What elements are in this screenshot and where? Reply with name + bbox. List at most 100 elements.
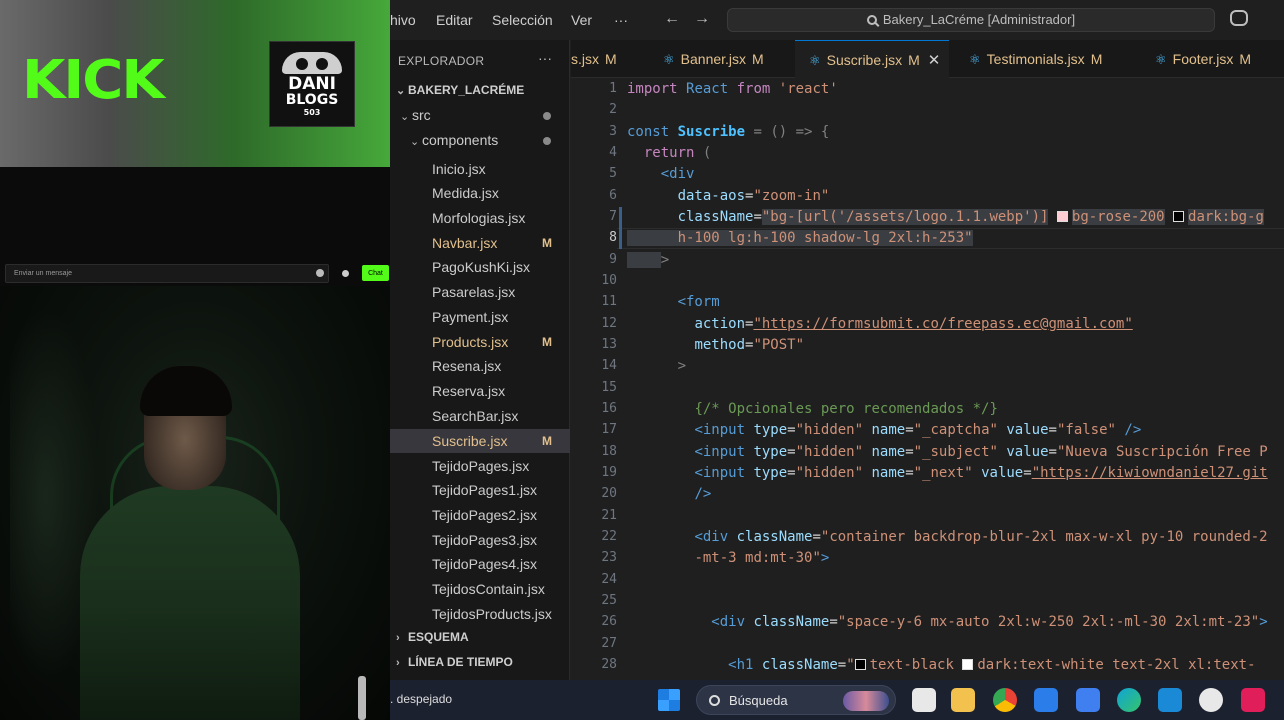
file-item-selected[interactable]: Suscribe.jsx M bbox=[390, 429, 570, 453]
more-actions-icon[interactable]: ··· bbox=[538, 50, 552, 66]
code-line: <input type="hidden" name="_captcha" val… bbox=[694, 422, 1142, 438]
channel-logo-line2: BLOGS bbox=[285, 91, 339, 108]
file-name: Resena.jsx bbox=[432, 358, 502, 374]
settings-icon[interactable] bbox=[342, 270, 349, 277]
code-line: <input type="hidden" name="_subject" val… bbox=[694, 444, 1268, 460]
chat-bar: Enviar un mensaje Chat bbox=[5, 264, 389, 284]
copilot-icon[interactable] bbox=[1230, 10, 1248, 26]
close-icon[interactable]: ✕ bbox=[928, 52, 941, 69]
outline-section[interactable]: › ESQUEMA bbox=[390, 625, 570, 649]
line-number: 14 bbox=[601, 358, 617, 373]
weather-status[interactable]: . despejado bbox=[390, 692, 452, 706]
windows-start-icon[interactable] bbox=[658, 689, 680, 711]
file-name: Medida.jsx bbox=[432, 185, 499, 201]
chevron-down-icon: ⌄ bbox=[410, 136, 420, 148]
file-name: Pasarelas.jsx bbox=[432, 284, 516, 300]
stream-overlay: KICK DANI BLOGS 503 Enviar un mensaje Ch… bbox=[0, 0, 390, 720]
chrome-icon[interactable] bbox=[993, 688, 1017, 712]
store-icon[interactable] bbox=[1034, 688, 1058, 712]
folder-name: src bbox=[412, 107, 431, 123]
search-icon bbox=[709, 695, 720, 706]
file-item[interactable]: Resena.jsx bbox=[390, 354, 570, 378]
gutter-change-marker bbox=[619, 207, 622, 228]
folder-src[interactable]: ⌄ src bbox=[390, 103, 570, 127]
menu-editar[interactable]: Editar bbox=[436, 12, 473, 28]
command-center-search[interactable]: Bakery_LaCréme [Administrador] bbox=[727, 8, 1215, 32]
folder-name: components bbox=[422, 132, 499, 148]
line-number: 22 bbox=[601, 529, 617, 544]
code-line: /> bbox=[694, 486, 712, 502]
code-line: <div className="space-y-6 mx-auto 2xl:w-… bbox=[711, 614, 1268, 630]
file-item[interactable]: Navbar.jsx M bbox=[390, 231, 570, 255]
chat-input[interactable]: Enviar un mensaje bbox=[5, 264, 329, 283]
file-item[interactable]: TejidoPages3.jsx bbox=[390, 528, 570, 552]
menu-seleccion[interactable]: Selección bbox=[492, 12, 553, 28]
menu-more[interactable]: ··· bbox=[614, 12, 628, 28]
file-item[interactable]: SearchBar.jsx bbox=[390, 404, 570, 428]
code-line: <h1 className=" text-black dark:text-whit… bbox=[728, 657, 1256, 673]
file-item[interactable]: TejidoPages4.jsx bbox=[390, 552, 570, 576]
code-line: method="POST" bbox=[694, 337, 805, 353]
file-item[interactable]: TejidosContain.jsx bbox=[390, 577, 570, 601]
chat-send-button[interactable]: Chat bbox=[362, 265, 389, 281]
file-name: Suscribe.jsx bbox=[432, 433, 508, 449]
file-item[interactable]: Inicio.jsx bbox=[390, 157, 570, 181]
git-status-badge: M bbox=[542, 434, 552, 448]
gutter-change-marker bbox=[619, 228, 622, 249]
file-item[interactable]: PagoKushKi.jsx bbox=[390, 255, 570, 279]
vscode-icon[interactable] bbox=[1158, 688, 1182, 712]
emoji-icon[interactable] bbox=[316, 269, 324, 277]
code-line: action="https://formsubmit.co/freepass.e… bbox=[694, 316, 1133, 332]
file-item[interactable]: TejidoPages.jsx bbox=[390, 454, 570, 478]
line-number: 4 bbox=[609, 145, 617, 160]
file-name: Products.jsx bbox=[432, 334, 509, 350]
file-explorer-icon[interactable] bbox=[951, 688, 975, 712]
tab-testimonials[interactable]: ⚛ Testimonials.jsx M bbox=[969, 40, 1119, 78]
back-arrow-icon[interactable]: ← bbox=[664, 10, 680, 28]
tab-label: Testimonials.jsx bbox=[986, 51, 1085, 67]
owl-icon bbox=[282, 51, 342, 74]
app-icon[interactable] bbox=[1076, 688, 1100, 712]
tab-suscribe[interactable]: ⚛ Suscribe.jsx M ✕ bbox=[795, 40, 949, 78]
menu-archivo[interactable]: hivo bbox=[390, 12, 416, 28]
line-number: 17 bbox=[601, 422, 617, 437]
tab-banner[interactable]: ⚛ Banner.jsx M bbox=[663, 40, 773, 78]
file-name: TejidoPages2.jsx bbox=[432, 507, 538, 523]
file-name: TejidoPages4.jsx bbox=[432, 556, 538, 572]
code-editor[interactable]: 1 2 3 4 5 6 7 8 9 10 11 12 13 14 15 16 1… bbox=[571, 78, 1284, 680]
code-line: className="bg-[url('/assets/logo.1.1.web… bbox=[677, 209, 1264, 225]
file-item[interactable]: Morfologias.jsx bbox=[390, 206, 570, 230]
timeline-section[interactable]: › LÍNEA DE TIEMPO bbox=[390, 650, 570, 674]
taskbar-search[interactable]: Búsqueda bbox=[696, 685, 896, 715]
color-swatch bbox=[1056, 211, 1068, 222]
file-item[interactable]: TejidosProducts.jsx bbox=[390, 602, 570, 626]
kick-logo: KICK bbox=[22, 49, 165, 112]
menu-ver[interactable]: Ver bbox=[571, 12, 592, 28]
explorer-sidebar: EXPLORADOR ··· ⌄ BAKERY_LACRÉME ⌄ src ⌄ com… bbox=[390, 40, 570, 680]
code-line: <div bbox=[660, 166, 695, 182]
file-item[interactable]: Payment.jsx bbox=[390, 305, 570, 329]
git-status-badge: M bbox=[908, 52, 920, 68]
edge-icon[interactable] bbox=[1117, 688, 1141, 712]
file-item[interactable]: TejidoPages2.jsx bbox=[390, 503, 570, 527]
tab-footer[interactable]: ⚛ Footer.jsx M bbox=[1155, 40, 1275, 78]
file-item[interactable]: Pasarelas.jsx bbox=[390, 280, 570, 304]
section-title: ESQUEMA bbox=[408, 630, 469, 644]
project-folder[interactable]: ⌄ BAKERY_LACRÉME bbox=[390, 78, 570, 102]
folder-components[interactable]: ⌄ components bbox=[390, 128, 570, 152]
file-item[interactable]: Reserva.jsx bbox=[390, 379, 570, 403]
task-view-icon[interactable] bbox=[912, 688, 936, 712]
code-line: > bbox=[627, 252, 669, 268]
file-item[interactable]: Products.jsx M bbox=[390, 330, 570, 354]
file-item[interactable]: Medida.jsx bbox=[390, 181, 570, 205]
file-item[interactable]: TejidoPages1.jsx bbox=[390, 478, 570, 502]
code-line: const Suscribe = () => { bbox=[627, 124, 830, 140]
taskbar-search-label: Búsqueda bbox=[729, 693, 788, 708]
tiktok-icon[interactable] bbox=[1241, 688, 1265, 712]
settings-icon[interactable] bbox=[1199, 688, 1223, 712]
line-number: 11 bbox=[601, 294, 617, 309]
chevron-down-icon: ⌄ bbox=[400, 111, 410, 123]
forward-arrow-icon[interactable]: → bbox=[694, 10, 710, 28]
react-icon: ⚛ bbox=[663, 52, 675, 67]
tab-file[interactable]: s.jsx M bbox=[571, 40, 641, 78]
